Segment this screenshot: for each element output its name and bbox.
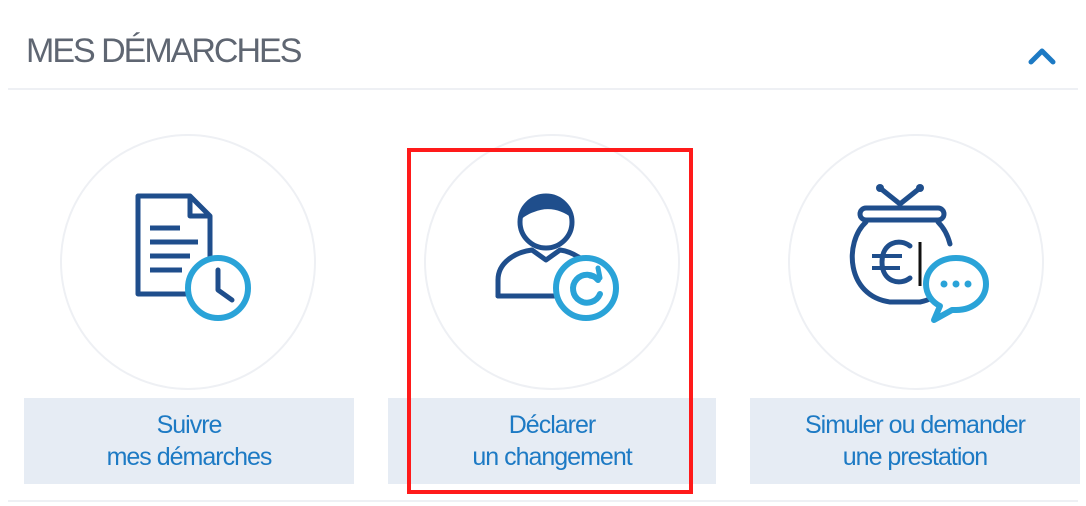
section-header: MES DÉMARCHES (0, 18, 1086, 88)
bottom-divider (8, 500, 1078, 502)
cropped-heading-fragment (0, 0, 1086, 6)
tile-label-line2: une prestation (842, 443, 988, 471)
tile-label-line2: un changement (472, 443, 632, 471)
section-title: MES DÉMARCHES (26, 32, 302, 70)
tile-simuler-prestation[interactable]: Simuler ou demander une prestation (750, 128, 1080, 488)
tile-label-line2: mes démarches (106, 443, 273, 471)
user-refresh-icon (476, 184, 636, 334)
money-bag-chat-icon (840, 184, 1000, 334)
header-divider (8, 88, 1078, 90)
tile-label: Suivre mes démarches (24, 398, 354, 484)
tile-label-line1: Suivre (156, 411, 223, 439)
document-clock-icon (110, 184, 270, 334)
tile-label-line1: Déclarer (508, 411, 596, 439)
chevron-up-icon (1028, 48, 1056, 65)
tile-label-line1: Simuler ou demander (804, 411, 1026, 439)
tile-label: Simuler ou demander une prestation (750, 398, 1080, 484)
page: MES DÉMARCHES Suivre mes démarches Décla… (0, 0, 1086, 506)
tile-label: Déclarer un changement (388, 398, 716, 484)
tile-declarer-changement[interactable]: Déclarer un changement (388, 128, 718, 488)
collapse-button[interactable] (1020, 38, 1064, 74)
tile-suivre-demarches[interactable]: Suivre mes démarches (24, 128, 354, 488)
